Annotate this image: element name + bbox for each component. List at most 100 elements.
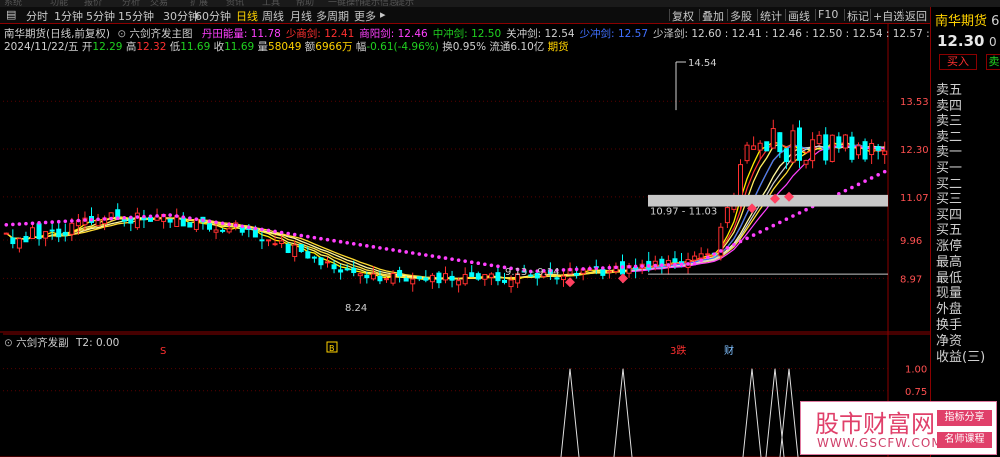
energy-dot [640,264,644,268]
signal-spike [613,368,633,457]
settings-icon[interactable]: ⊙ [4,337,13,349]
stat-row-label: 收益(三) [936,349,986,365]
energy-dot [568,267,572,272]
candle-body [69,222,75,235]
energy-dot [17,222,22,226]
candle-body [292,244,298,258]
chart-canvas[interactable]: 13.53 12.30 11.07 9.96 8.97 14.54 8.24 9.13 - 9… [0,24,930,457]
change-label: 幅 [355,41,367,53]
period-toolbar: ▤ 分时 1分钟 5分钟 15分钟 30分钟 60分钟 日线 周线 月线 多周期 更多 ▸ 复权 叠加 多股统… [0,7,930,24]
toolbar-button[interactable]: 复权 [672,8,694,24]
energy-dot [135,215,140,219]
candle-body [488,273,494,278]
candle-body [23,235,29,243]
watermark-tag-2: 名师课程 [937,432,992,448]
toolbar-button[interactable]: 返回 [905,8,927,24]
candle-body [705,253,711,256]
energy-dot [227,222,231,227]
menubar: 系统 功能 报价 分析 交易 扩展 资讯 工具 帮助 一键操作 提示信息 提示 [0,0,1000,8]
high-value: 12.32 [136,41,167,53]
energy-dot [260,227,264,232]
energy-dot [286,231,290,236]
energy-dot [469,260,474,265]
candle-body [751,145,757,150]
energy-dot [450,257,454,261]
candle-body [777,132,783,153]
marker-s: S [160,346,166,357]
energy-dot [574,267,579,272]
bar-date: 2024/11/22/五 [4,41,79,53]
amount-value: 6966万 [315,41,353,53]
candle-body [207,223,212,230]
period-tab[interactable]: 30分钟 [163,8,199,24]
toolbar-button[interactable]: 标记 [847,8,869,24]
energy-dot [784,217,789,222]
candle-body [311,256,317,259]
energy-dot [397,249,402,253]
watermark-title: 股市财富网 [815,410,935,438]
period-tab[interactable]: 更多 [354,8,376,24]
energy-dot [758,230,762,234]
candle-body [757,142,763,151]
candle-body [357,273,363,277]
candle-body [502,279,507,283]
sub-indicator-name[interactable]: 六剑齐发副 [16,337,69,349]
energy-dot [764,226,769,231]
vol-label: 量 [257,41,269,53]
annotation-high: 14.54 [688,58,717,69]
candle-body [298,244,304,252]
period-tab[interactable]: 日线 [236,8,258,24]
period-tab[interactable]: 周线 [262,8,284,24]
candle-body [36,223,42,240]
energy-dot [161,213,166,218]
toolbar-button[interactable]: 多股 [730,8,752,24]
signal-spike [742,368,762,457]
more-arrow-icon[interactable]: ▸ [380,8,386,21]
sector-value: 期货 [547,41,569,53]
energy-dot [653,263,658,268]
watermark-tag-1: 指标分享 [937,410,992,426]
watermark: 股市财富网 WWW.GSCFW.COM 指标分享 名师课程 [800,401,997,455]
sell-button[interactable]: 卖 [986,54,1000,70]
period-tab[interactable]: 1分钟 [54,8,83,24]
energy-dot [89,217,94,222]
period-tab[interactable]: 5分钟 [86,8,115,24]
period-tab[interactable]: 月线 [290,8,312,24]
layout-icon[interactable]: ▤ [6,8,16,21]
energy-dot [279,230,284,235]
toolbar-divider [785,9,786,21]
candle-body [187,222,193,228]
close-value: 11.69 [224,41,255,53]
period-tab[interactable]: 多周期 [316,8,349,24]
period-tab[interactable]: 15分钟 [118,8,154,24]
marker-tag: 3跌 [670,344,686,357]
energy-dot [11,222,15,227]
energy-dot [856,182,861,187]
toolbar-button[interactable]: 画线 [788,8,810,24]
candle-body [180,217,186,227]
energy-dot [96,217,100,222]
toolbar-button[interactable]: 叠加 [702,8,724,24]
toolbar-button[interactable]: 统计 [760,8,782,24]
toolbar-button[interactable]: +自选 [873,8,904,24]
candle-body [797,127,802,161]
candle-body [338,269,344,273]
high-label: 高 [125,41,137,53]
energy-dot [496,264,500,269]
energy-dot [391,248,395,252]
toolbar-button[interactable]: F10 [818,8,838,21]
indicator-value: 少泽剑: 12.60 : 12.41 : 12.46 : 12.50 : 12.… [653,28,964,40]
quote-price-suffix: 0 [989,35,997,49]
candle-body [692,255,698,261]
buy-button[interactable]: 买入 [939,54,977,70]
candle-body [167,218,173,223]
energy-dot [410,251,415,255]
energy-dot [37,221,41,225]
period-tab[interactable]: 60分钟 [195,8,231,24]
energy-dot [876,173,880,177]
energy-dot [325,237,330,242]
energy-dot [181,215,186,219]
period-tab[interactable]: 分时 [26,8,48,24]
energy-dot [30,221,35,226]
low-value: 11.69 [180,41,211,53]
